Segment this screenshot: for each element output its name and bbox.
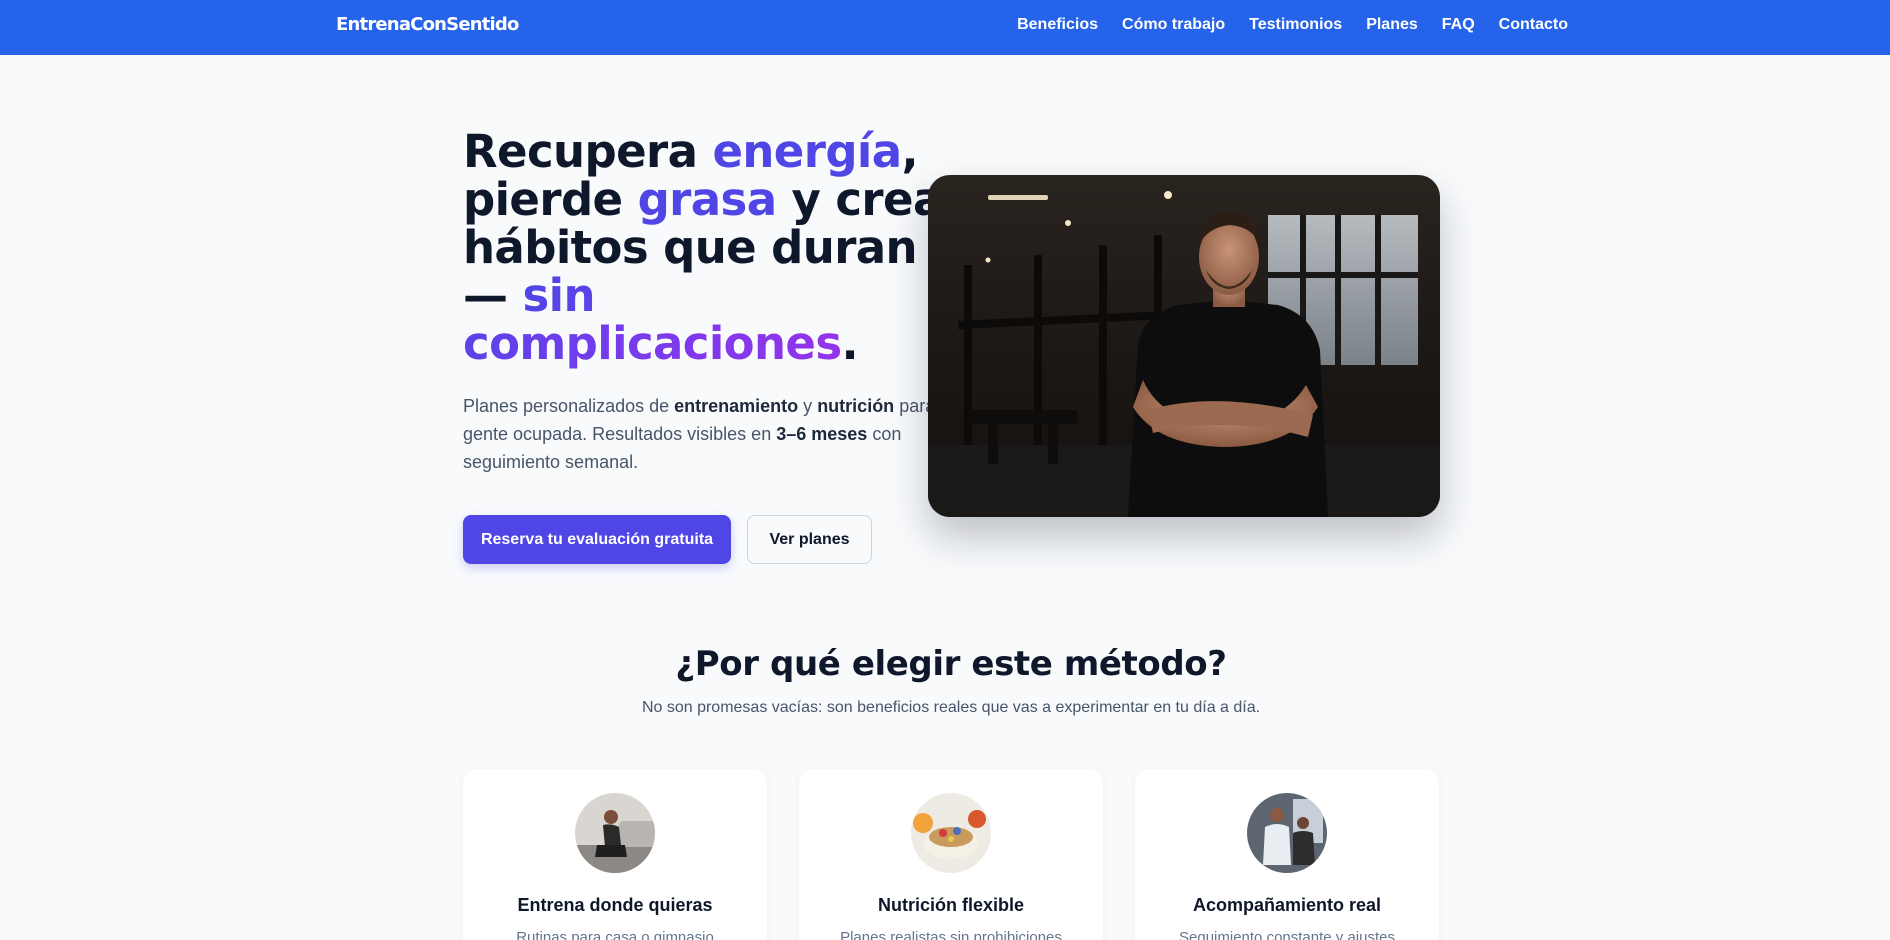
benefit-card-title: Entrena donde quieras: [517, 895, 713, 915]
main-nav: Beneficios Cómo trabajo Testimonios Plan…: [1017, 16, 1568, 34]
hero-subtitle-bold-nutricion: nutrición: [817, 396, 895, 416]
benefit-card-text: Rutinas para casa o gimnasio: [516, 929, 714, 940]
top-navbar: EntrenaConSentido Beneficios Cómo trabaj…: [0, 0, 1890, 55]
healthy-bowl-thumbnail: [911, 793, 991, 873]
benefit-card-flexible-nutrition: Nutrición flexible Planes realistas sin …: [799, 769, 1103, 940]
brand-logo[interactable]: EntrenaConSentido: [336, 14, 519, 35]
hero-subtitle-bold-meses: 3–6 meses: [776, 424, 868, 444]
nav-link-testimonios[interactable]: Testimonios: [1249, 16, 1342, 34]
hero-subtitle-bold-entrenamiento: entrenamiento: [674, 396, 799, 416]
home-workout-thumbnail: [575, 793, 655, 873]
view-plans-button[interactable]: Ver planes: [747, 515, 872, 564]
healthy-bowl-image: [911, 793, 991, 873]
book-evaluation-button[interactable]: Reserva tu evaluación gratuita: [463, 515, 731, 564]
trainer-gym-illustration: [928, 191, 1440, 517]
benefit-card-title: Acompañamiento real: [1192, 895, 1382, 915]
hero-title-text-1: Recupera: [463, 125, 713, 178]
nav-link-contacto[interactable]: Contacto: [1499, 16, 1568, 34]
nav-link-planes[interactable]: Planes: [1366, 16, 1418, 34]
benefits-title: ¿Por qué elegir este método?: [675, 644, 1227, 684]
hero-title: Recupera energía, pierde grasa y crea há…: [463, 128, 943, 368]
nav-link-faq[interactable]: FAQ: [1442, 16, 1475, 34]
home-workout-image: [575, 793, 655, 873]
benefit-card-real-support: Acompañamiento real Seguimiento constant…: [1135, 769, 1439, 940]
coaching-thumbnail: [1247, 793, 1327, 873]
hero-subtitle: Planes personalizados de entrenamiento y…: [463, 392, 943, 476]
nav-link-como-trabajo[interactable]: Cómo trabajo: [1122, 16, 1225, 34]
hero-subtitle-text-2: y: [798, 396, 818, 416]
benefit-card-title: Nutrición flexible: [877, 895, 1025, 915]
hero-subtitle-text-1: Planes personalizados de: [463, 396, 675, 416]
hero-title-highlight-energia: energía: [712, 125, 902, 178]
hero-title-highlight-grasa: grasa: [637, 173, 778, 226]
coaching-image: [1247, 793, 1327, 873]
nav-link-beneficios[interactable]: Beneficios: [1017, 16, 1098, 34]
benefit-card-train-anywhere: Entrena donde quieras Rutinas para casa …: [463, 769, 767, 940]
benefit-card-text: Planes realistas sin prohibiciones: [840, 929, 1062, 940]
benefits-subtitle: No son promesas vacías: son beneficios r…: [641, 699, 1261, 716]
benefit-card-text: Seguimiento constante y ajustes: [1179, 929, 1395, 940]
hero-trainer-photo: [928, 175, 1440, 517]
hero-title-period: .: [841, 317, 859, 370]
